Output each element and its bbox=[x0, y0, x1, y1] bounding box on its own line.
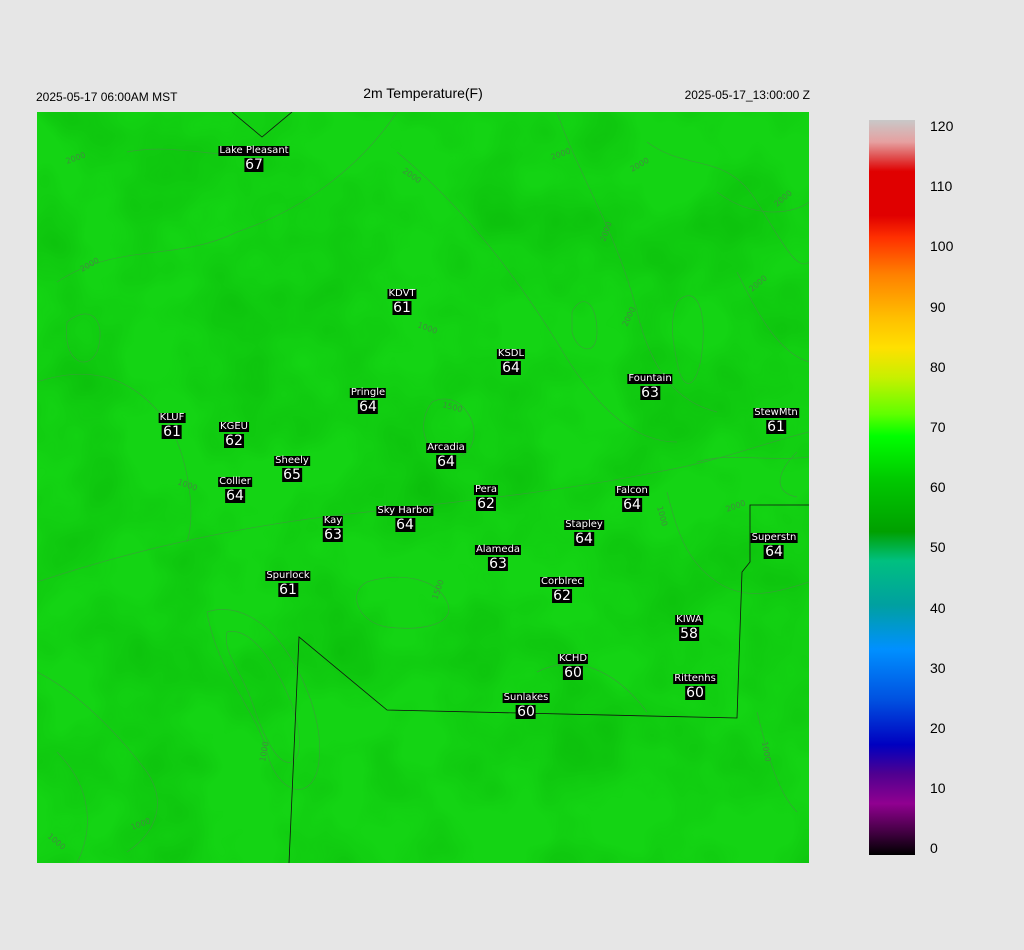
station-temperature: 63 bbox=[640, 385, 660, 401]
colorbar-tick-label: 30 bbox=[930, 659, 946, 676]
station-temperature: 64 bbox=[574, 531, 594, 547]
station-temperature: 65 bbox=[282, 467, 302, 483]
station-temperature: 63 bbox=[488, 556, 508, 572]
terrain-shading bbox=[37, 112, 809, 863]
station-name: Alameda bbox=[474, 544, 522, 555]
station-marker[interactable]: Rittenhs 60 bbox=[673, 668, 717, 700]
station-name: Fountain bbox=[627, 373, 673, 384]
station-marker[interactable]: Stapley 64 bbox=[564, 514, 604, 546]
colorbar-tick-label: 100 bbox=[930, 238, 954, 255]
station-marker[interactable]: Collier 64 bbox=[218, 471, 252, 503]
station-marker[interactable]: KLUF 61 bbox=[158, 407, 186, 440]
colorbar-tick-label: 20 bbox=[930, 720, 946, 736]
station-temperature: 64 bbox=[436, 454, 456, 470]
station-name: Corblrec bbox=[540, 576, 584, 587]
station-marker[interactable]: Sheely 65 bbox=[274, 450, 310, 482]
station-marker[interactable]: KCHD 60 bbox=[557, 648, 589, 681]
station-marker[interactable]: Sunlakes 60 bbox=[502, 687, 550, 720]
colorbar-tick-label: 80 bbox=[930, 358, 946, 375]
station-temperature: 63 bbox=[323, 527, 343, 543]
colorbar-tick-label: 0 bbox=[930, 840, 938, 857]
station-name: Falcon bbox=[615, 485, 649, 496]
station-temperature: 64 bbox=[225, 488, 245, 504]
station-name: KLUF bbox=[158, 412, 186, 423]
station-marker[interactable]: Sky Harbor 64 bbox=[376, 500, 434, 533]
station-temperature: 60 bbox=[685, 685, 705, 701]
station-name: Pera bbox=[473, 484, 499, 495]
station-name: KCHD bbox=[557, 653, 589, 664]
colorbar-gradient bbox=[869, 120, 915, 855]
colorbar-tick-label: 40 bbox=[930, 599, 946, 616]
station-name: Kay bbox=[322, 515, 344, 526]
colorbar-tick-label: 110 bbox=[930, 178, 953, 195]
station-marker[interactable]: Arcadia 64 bbox=[426, 437, 466, 469]
station-marker[interactable]: Alameda 63 bbox=[474, 539, 522, 572]
station-temperature: 60 bbox=[563, 665, 583, 681]
station-marker[interactable]: Corblrec 62 bbox=[540, 571, 584, 603]
station-temperature: 61 bbox=[278, 582, 298, 598]
station-temperature: 64 bbox=[764, 544, 784, 560]
station-marker[interactable]: Falcon 64 bbox=[615, 480, 649, 512]
station-name: Stapley bbox=[564, 519, 604, 530]
station-marker[interactable]: Kay 63 bbox=[322, 510, 344, 543]
station-marker[interactable]: StewMtn 61 bbox=[753, 402, 799, 434]
colorbar-tick-label: 60 bbox=[930, 479, 946, 496]
station-marker[interactable]: KDVT 61 bbox=[387, 283, 417, 316]
station-marker[interactable]: Superstn 64 bbox=[750, 527, 798, 560]
station-marker[interactable]: KGEU 62 bbox=[219, 416, 249, 448]
station-name: KDVT bbox=[387, 288, 417, 299]
station-name: Pringle bbox=[349, 387, 387, 398]
station-name: KGEU bbox=[219, 421, 249, 432]
station-temperature: 62 bbox=[552, 588, 572, 604]
colorbar-tick-label: 50 bbox=[930, 539, 946, 556]
utc-time-label: 2025-05-17_13:00:00 Z bbox=[684, 88, 810, 102]
station-name: Collier bbox=[218, 476, 252, 487]
station-name: Arcadia bbox=[426, 442, 466, 453]
station-name: KIWA bbox=[675, 614, 703, 625]
station-name: StewMtn bbox=[753, 407, 799, 418]
station-temperature: 61 bbox=[162, 424, 182, 440]
station-temperature: 64 bbox=[395, 517, 415, 533]
station-name: Rittenhs bbox=[673, 673, 717, 684]
station-marker[interactable]: Pringle 64 bbox=[349, 382, 387, 415]
station-marker[interactable]: Fountain 63 bbox=[627, 368, 673, 401]
station-temperature: 64 bbox=[501, 360, 521, 376]
station-temperature: 61 bbox=[392, 300, 412, 316]
colorbar-fill bbox=[869, 120, 915, 855]
station-name: Spurlock bbox=[265, 570, 311, 581]
colorbar-tick-label: 70 bbox=[930, 419, 946, 435]
station-temperature: 64 bbox=[622, 497, 642, 513]
station-temperature: 60 bbox=[516, 704, 536, 720]
station-temperature: 58 bbox=[679, 626, 699, 642]
station-temperature: 67 bbox=[244, 157, 264, 173]
station-name: Sheely bbox=[274, 455, 310, 466]
station-temperature: 64 bbox=[358, 399, 378, 415]
colorbar-tick-label: 120 bbox=[930, 118, 954, 134]
map-canvas: 2000 2000 2000 2000 2000 2000 2000 2000 … bbox=[37, 112, 809, 863]
station-name: Sunlakes bbox=[502, 692, 550, 703]
station-marker[interactable]: KSDL 64 bbox=[496, 343, 526, 376]
station-name: Superstn bbox=[750, 532, 798, 543]
station-marker[interactable]: Lake Pleasant 67 bbox=[218, 140, 290, 173]
station-temperature: 62 bbox=[476, 496, 496, 512]
station-name: Sky Harbor bbox=[376, 505, 434, 516]
station-marker[interactable]: KIWA 58 bbox=[675, 609, 703, 641]
station-marker[interactable]: Pera 62 bbox=[473, 479, 499, 512]
colorbar-tick-label: 90 bbox=[930, 298, 946, 315]
station-temperature: 62 bbox=[224, 433, 244, 449]
station-name: KSDL bbox=[496, 348, 526, 359]
station-marker[interactable]: Spurlock 61 bbox=[265, 565, 311, 598]
colorbar bbox=[869, 120, 915, 855]
temperature-map[interactable]: 2000 2000 2000 2000 2000 2000 2000 2000 … bbox=[37, 112, 809, 863]
station-name: Lake Pleasant bbox=[218, 145, 290, 156]
station-temperature: 61 bbox=[766, 419, 786, 435]
colorbar-tick-label: 10 bbox=[930, 780, 946, 797]
